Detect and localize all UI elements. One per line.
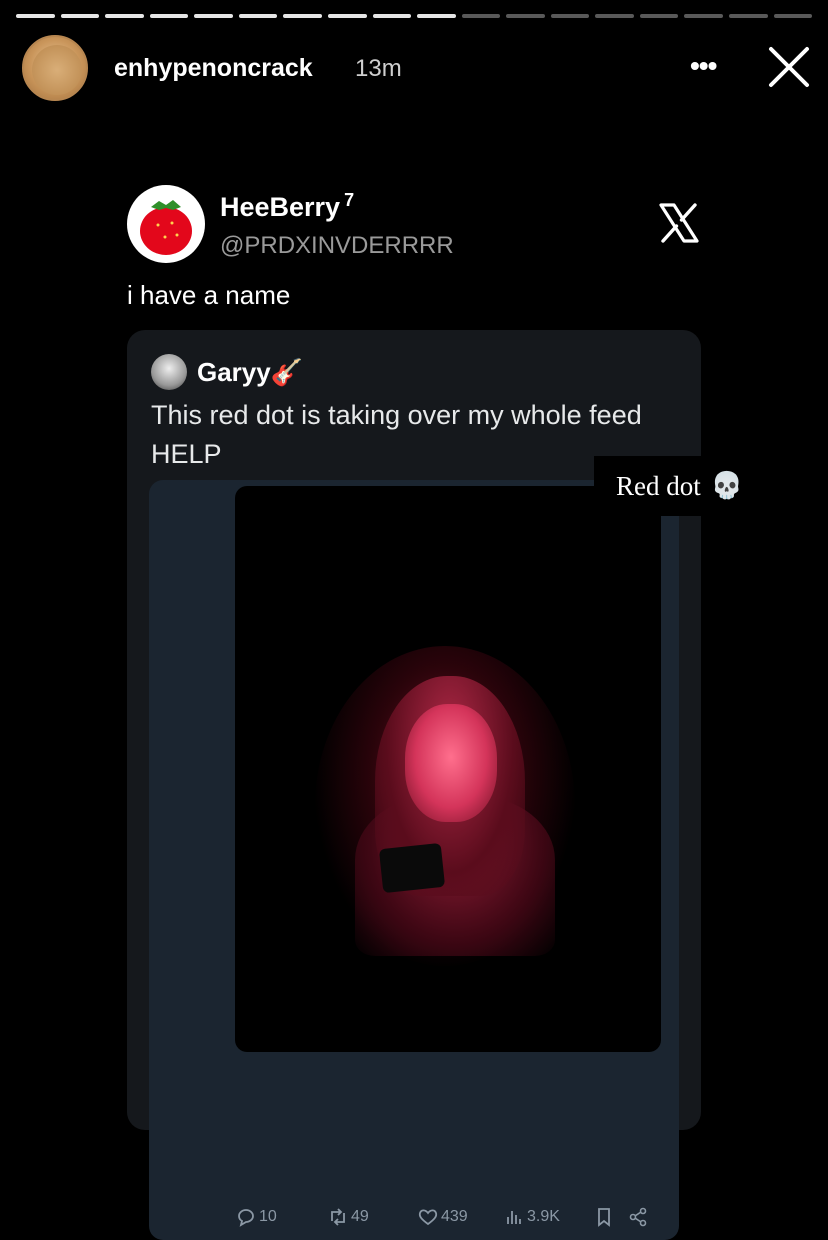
more-options-button[interactable]: •••: [690, 50, 717, 82]
share-icon: [629, 1207, 647, 1227]
phone-shape: [378, 842, 446, 894]
views-button[interactable]: 3.9K: [503, 1206, 560, 1228]
tweet-text: i have a name: [127, 280, 291, 310]
quoted-tweet-text: This red dot is taking over my whole fee…: [151, 400, 642, 469]
tweet-author-avatar: [127, 185, 205, 263]
video-thumbnail: [235, 486, 661, 1052]
quoted-author-name: Garyy🎸: [197, 357, 303, 388]
progress-segment: [16, 14, 55, 18]
quoted-tweet: Garyy🎸 This red dot is taking over my wh…: [127, 330, 701, 1240]
story-timestamp: 13m: [355, 55, 402, 82]
progress-segment: [461, 14, 501, 18]
progress-segment: [105, 14, 144, 18]
name-suffix: 7: [344, 190, 355, 210]
progress-segment: [372, 14, 412, 18]
profile-avatar[interactable]: [22, 35, 88, 101]
strawberry-icon: [140, 200, 192, 255]
repost-button[interactable]: 49: [327, 1206, 369, 1228]
tweet-screenshot: HeeBerry 7 @PRDXINVDERRRR i have a name G…: [110, 168, 722, 1240]
repost-icon: [331, 1208, 345, 1226]
share-button[interactable]: [627, 1206, 649, 1228]
display-name: HeeBerry: [220, 192, 341, 222]
progress-segment: [417, 14, 456, 18]
close-button[interactable]: [766, 44, 812, 90]
like-button[interactable]: 439: [417, 1206, 468, 1228]
x-logo-icon: [658, 202, 700, 244]
progress-segment: [238, 14, 278, 18]
progress-segment: [639, 14, 679, 18]
sticker-text: Red dot: [616, 470, 701, 501]
view-count: 3.9K: [527, 1208, 560, 1225]
like-count: 439: [441, 1208, 468, 1225]
story-progress-bar: [16, 14, 813, 18]
progress-segment: [506, 14, 545, 18]
skull-icon: 💀: [710, 471, 744, 500]
story-header: enhypenoncrack 13m •••: [22, 34, 812, 101]
progress-segment: [550, 14, 590, 18]
reply-button[interactable]: 10: [235, 1206, 277, 1228]
guitar-icon: 🎸: [270, 357, 304, 387]
bookmark-button[interactable]: [593, 1206, 615, 1228]
progress-segment: [149, 14, 189, 18]
views-icon: [507, 1211, 521, 1224]
progress-segment: [729, 14, 768, 18]
reply-count: 10: [259, 1208, 277, 1225]
progress-segment: [60, 14, 100, 18]
quoted-author-avatar: [151, 354, 187, 390]
tweet-actions: 10 49 439 3.9K: [149, 1206, 679, 1236]
progress-segment: [194, 14, 233, 18]
close-icon: [769, 47, 809, 87]
progress-segment: [595, 14, 634, 18]
progress-segment: [327, 14, 367, 18]
tweet-author-name: HeeBerry 7: [220, 190, 354, 223]
text-sticker: Red dot 💀: [594, 456, 764, 516]
quoted-media: 10 49 439 3.9K: [149, 480, 679, 1240]
progress-segment: [773, 14, 813, 18]
bookmark-icon: [598, 1208, 610, 1227]
progress-segment: [684, 14, 723, 18]
reply-icon: [238, 1209, 254, 1227]
story-username[interactable]: enhypenoncrack: [114, 54, 313, 83]
repost-count: 49: [351, 1208, 369, 1225]
tweet-author-handle: @PRDXINVDERRRR: [220, 232, 454, 259]
progress-segment: [283, 14, 322, 18]
quoted-display-name: Garyy: [197, 357, 271, 387]
heart-icon: [418, 1209, 438, 1226]
